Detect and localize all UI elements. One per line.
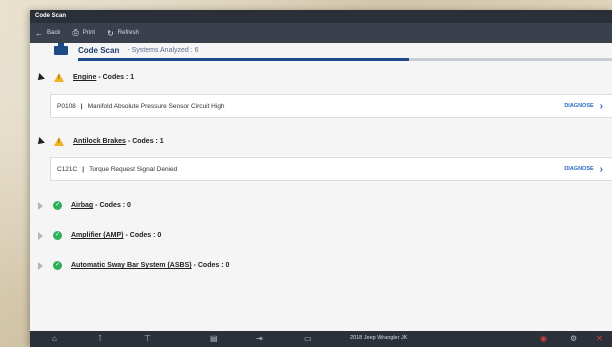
scan-title: Code Scan <box>78 45 120 55</box>
system-row-antilock-brakes[interactable]: ! Antilock Brakes - Codes : 1 <box>30 136 612 147</box>
vehicle-label: 2018 Jeep Wrangler JK <box>350 335 408 341</box>
chevron-right-icon: › <box>599 163 603 175</box>
print-label: Print <box>82 30 96 36</box>
system-row-airbag[interactable]: ✓ Airbag - Codes : 0 <box>30 201 612 210</box>
system-row-amplifier[interactable]: ✓ Amplifier (AMP) - Codes : 0 <box>30 231 612 240</box>
folder-icon[interactable]: ▭ <box>304 334 312 343</box>
scan-content <box>30 43 612 331</box>
diagnose-button[interactable]: DIAGNOSE › <box>564 101 603 112</box>
scan-subtitle: - Systems Analyzed : 6 <box>127 46 199 54</box>
system-row-engine[interactable]: ! Engine - Codes : 1 <box>30 72 612 83</box>
print-icon: ⎙ <box>72 28 79 37</box>
dtc-separator: | <box>82 165 85 173</box>
refresh-button[interactable]: ↻ Refresh <box>107 29 139 38</box>
system-codes: - Codes : 0 <box>125 232 162 239</box>
print-button[interactable]: ⎙ Print <box>72 28 95 38</box>
diagnose-button[interactable]: DIAGNOSE › <box>564 164 603 175</box>
back-arrow-icon: ← <box>35 28 43 38</box>
bottom-bar: ⌂ ⊺ ⊤ ▤ ⇥ ▭ 2018 Jeep Wrangler JK ◉ ⚙ ✕ <box>30 331 612 347</box>
warning-icon: ! <box>54 137 64 146</box>
system-codes: - Codes : 0 <box>193 262 230 269</box>
settings-icon[interactable]: ⚙ <box>570 334 577 343</box>
expand-icon[interactable] <box>38 261 43 270</box>
system-codes: - Codes : 1 <box>127 138 164 145</box>
record-icon[interactable]: ◉ <box>540 334 547 343</box>
dtc-card[interactable]: P0108 | Manifold Absolute Pressure Senso… <box>50 94 612 118</box>
warning-icon: ! <box>54 73 64 82</box>
collapse-icon[interactable] <box>35 136 45 147</box>
home-icon[interactable]: ⌂ <box>52 334 57 343</box>
toolbar: ← Back ⎙ Print ↻ Refresh <box>30 23 612 43</box>
tablet-screen: Code Scan ← Back ⎙ Print ↻ Refresh Code … <box>30 10 612 347</box>
dtc-separator: | <box>80 102 83 110</box>
dtc-description: Manifold Absolute Pressure Sensor Circui… <box>87 102 225 110</box>
collapse-icon[interactable] <box>35 72 45 83</box>
diagnose-label: DIAGNOSE <box>564 103 594 109</box>
system-name[interactable]: Antilock Brakes <box>73 138 126 145</box>
tools-icon[interactable]: ⊤ <box>144 334 151 343</box>
document-icon[interactable]: ▤ <box>210 334 218 343</box>
back-label: Back <box>47 30 61 36</box>
expand-icon[interactable] <box>38 201 43 210</box>
system-name[interactable]: Automatic Sway Bar System (ASBS) <box>71 262 192 269</box>
diagnose-label: DIAGNOSE <box>564 166 594 172</box>
check-icon: ✓ <box>53 261 62 270</box>
scan-progress-fill <box>78 58 410 61</box>
system-name[interactable]: Engine <box>73 74 96 81</box>
dtc-description: Torque Request Signal Denied <box>89 165 178 173</box>
dtc-card[interactable]: C121C | Torque Request Signal Denied DIA… <box>50 157 612 181</box>
check-icon: ✓ <box>53 231 62 240</box>
window-title: Code Scan <box>30 10 612 23</box>
scan-header: Code Scan - Systems Analyzed : 6 <box>52 43 199 57</box>
check-icon: ✓ <box>53 201 62 210</box>
back-button[interactable]: ← Back <box>35 29 60 38</box>
engine-icon <box>52 43 70 57</box>
thermometer-icon[interactable]: ⊺ <box>98 334 102 343</box>
system-row-asbs[interactable]: ✓ Automatic Sway Bar System (ASBS) - Cod… <box>30 261 612 270</box>
dtc-code: P0108 <box>57 102 76 110</box>
system-name[interactable]: Airbag <box>71 202 93 209</box>
dtc-code: C121C <box>57 165 78 173</box>
system-codes: - Codes : 1 <box>98 74 135 81</box>
scan-progress-bar <box>78 58 612 61</box>
system-name[interactable]: Amplifier (AMP) <box>71 232 124 239</box>
connect-icon[interactable]: ⇥ <box>256 334 263 343</box>
system-codes: - Codes : 0 <box>95 202 131 209</box>
expand-icon[interactable] <box>38 231 43 240</box>
close-icon[interactable]: ✕ <box>596 334 603 343</box>
refresh-label: Refresh <box>117 30 139 36</box>
chevron-right-icon: › <box>599 100 603 112</box>
refresh-icon: ↻ <box>107 28 114 38</box>
